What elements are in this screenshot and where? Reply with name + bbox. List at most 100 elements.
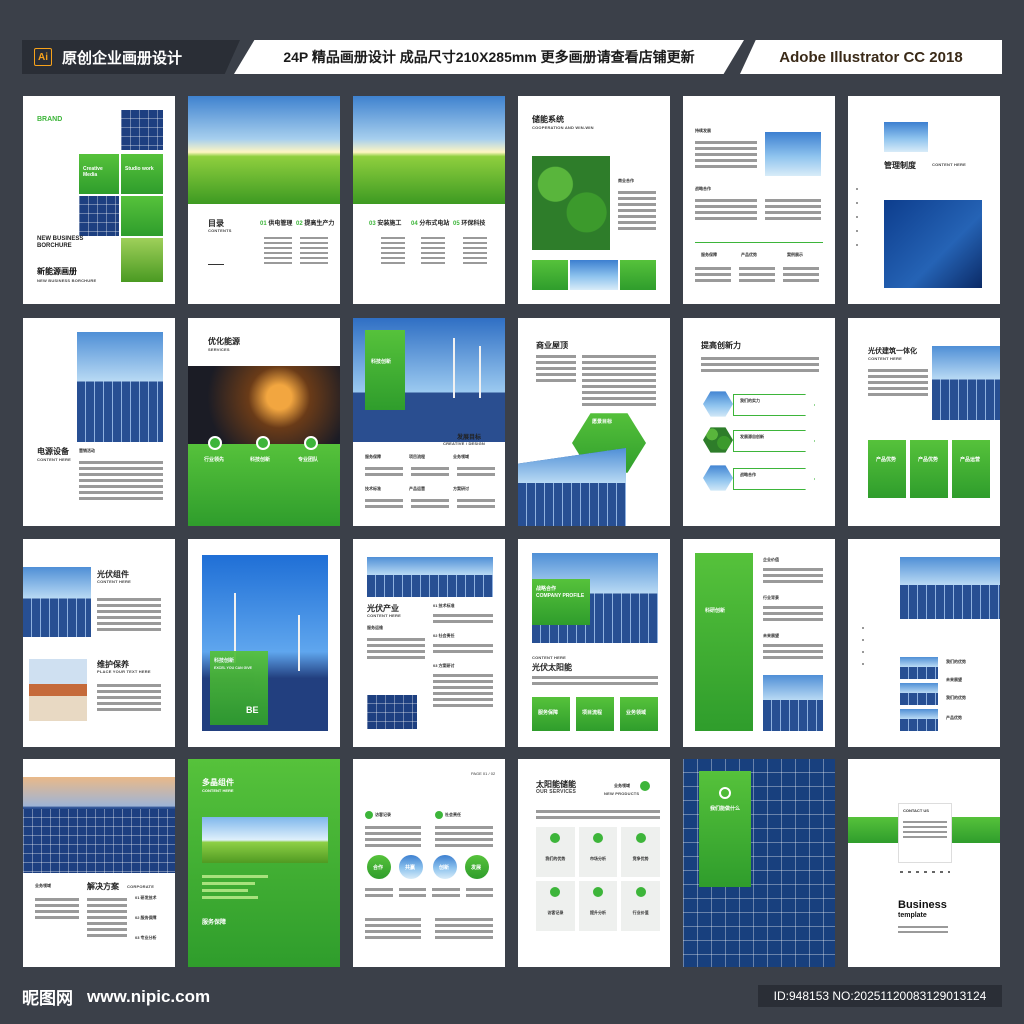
- toc-section-label: 提高生产力: [304, 221, 335, 227]
- page-16-solar: 战略合作 COMPANY PROFILE CONTENT HERE 光伏太阳能 …: [518, 539, 670, 747]
- turbine: [453, 338, 455, 398]
- page-10-rooftop: 商业屋顶 愿景目标: [518, 318, 670, 526]
- right-label: 业务领域: [614, 783, 630, 788]
- solar-photo: [367, 557, 493, 597]
- section-title-2: 战略合作: [695, 186, 711, 191]
- service-icon: [550, 833, 561, 843]
- col-box-3: 产品运营: [952, 440, 990, 498]
- page-title: 商业屋顶: [536, 341, 568, 350]
- col-label: 项目流程: [582, 710, 603, 716]
- page-subtitle: COOPERATION AND WIN-WIN: [532, 125, 594, 130]
- toc-section-3: 03 安装施工: [369, 221, 402, 227]
- text-block: [536, 807, 660, 822]
- section-title-1: 访客记录: [375, 812, 391, 817]
- page-title: 光伏太阳能: [532, 663, 572, 672]
- col-box-1: 服务保障: [532, 697, 570, 731]
- arrow-box-2: 发展源自创新: [733, 430, 815, 452]
- cover-photo-2: [79, 196, 119, 236]
- cover-photo-3: [121, 238, 163, 282]
- col-label: 产品优势: [918, 457, 939, 463]
- text-block: [365, 915, 421, 942]
- green-tile: [532, 260, 568, 290]
- panel-subtitle: COMPANY PROFILE: [536, 593, 585, 599]
- col-label: 业务领域: [626, 710, 647, 716]
- page-subtitle: CONTENT HERE: [532, 655, 566, 660]
- page-3-contents: 03 安装施工 04 分布式电站 05 环保科技: [353, 96, 505, 304]
- page-title: 优化能源: [208, 337, 240, 346]
- panel-title: 科技创新: [214, 658, 235, 664]
- contact-title: CONTACT US: [903, 808, 929, 813]
- label-c: 业务领域: [453, 454, 469, 459]
- section-sub-2: PLACE YOUR TEXT HERE: [97, 669, 151, 674]
- toc-list-5: [463, 234, 487, 267]
- bottom-label: 服务保障: [202, 920, 227, 926]
- green-panel: 我们能做什么: [699, 771, 751, 887]
- solar-photo-2: [367, 695, 417, 729]
- hexagon-label: 愿景目标: [592, 419, 613, 425]
- banner-right: Adobe Illustrator CC 2018: [740, 40, 1002, 74]
- solar-array-photo: [518, 448, 626, 526]
- page-24-back-cover: CONTACT US Business template: [848, 759, 1000, 967]
- service-card: 提升分析: [578, 881, 618, 931]
- page-subtitle: CONTENT HERE: [202, 788, 234, 793]
- col-box-1: 产品优势: [868, 440, 906, 498]
- panel-label: 我们能做什么: [709, 806, 740, 812]
- col-label: 产品优势: [876, 457, 897, 463]
- toc-list-2: [300, 234, 328, 267]
- arrow-box-1: 我们的实力: [733, 394, 815, 416]
- text-block: [79, 458, 163, 503]
- text-row: [365, 464, 495, 479]
- text-block: [898, 923, 948, 936]
- turbine: [298, 615, 300, 671]
- page-13-modules: 光伏组件 CONTENT HERE 维护保养 PLACE YOUR TEXT H…: [23, 539, 175, 747]
- text-block: [868, 366, 928, 399]
- page-title: 多晶组件: [202, 778, 234, 787]
- forest-photo: [532, 156, 610, 250]
- label-a: 业务领域: [35, 883, 51, 888]
- page-23-panels: 我们能做什么: [683, 759, 835, 967]
- circle-3: 创新: [433, 855, 457, 879]
- panel-title: 战略合作: [536, 586, 557, 592]
- goal-title: 发展目标: [457, 435, 482, 441]
- service-card: 我们的优势: [536, 827, 575, 877]
- page-14-tech: 科技创新 EXCEL YOU CAN GIVE BE: [188, 539, 340, 747]
- toc-section-2: 02 提高生产力: [296, 221, 335, 227]
- item-2: 未来展望: [946, 677, 962, 682]
- text-block: [367, 635, 425, 662]
- col-label-1: 行业领先: [204, 457, 225, 463]
- green-panel: 科技创新: [365, 330, 405, 410]
- page-subtitle: CONTENT HERE: [932, 162, 966, 167]
- circle-4: 发展: [465, 855, 489, 879]
- circle-label: 创新: [439, 865, 450, 871]
- col-label: 产品运营: [960, 457, 981, 463]
- house-photo: [29, 659, 87, 721]
- arrow-label: 我们的实力: [740, 398, 760, 403]
- page-22-storage-services: 太阳能储能 OUR SERVICES 业务领域 NEW PRODUCTS 我们的…: [518, 759, 670, 967]
- circle-2: 共赢: [399, 855, 423, 879]
- dot-icon: [435, 811, 443, 819]
- subsection: 服务运维: [367, 625, 383, 630]
- section-title-3: 未来展望: [763, 633, 779, 638]
- tile-label: Studio work: [125, 166, 154, 172]
- turbine-photo: [884, 122, 928, 152]
- page-title: 电源设备: [37, 447, 69, 456]
- service-card: 竞争优势: [621, 827, 660, 877]
- arrow-label: 发展源自创新: [740, 434, 764, 439]
- circle-1: 合作: [367, 855, 391, 879]
- text-block: [582, 352, 656, 409]
- page-title: 解决方案: [87, 882, 119, 891]
- service-icon: [550, 887, 561, 897]
- goal-subtitle: CREATIVE / DESIGN: [443, 441, 485, 446]
- page-11-innovation: 提高创新力 我们的实力 发展源自创新 战略合作: [683, 318, 835, 526]
- col-label: 服务保障: [538, 710, 559, 716]
- cover-tile-green: Creative Media: [79, 154, 119, 194]
- banner-left-title: 原创企业画册设计: [62, 49, 183, 67]
- circle-label: 共赢: [405, 865, 416, 871]
- refresh-icon: [256, 436, 270, 450]
- cover-subtitle: NEW BUSINESS BORCHURE: [37, 278, 97, 283]
- service-label: 访客记录: [547, 910, 564, 915]
- panel-subtitle: EXCEL YOU CAN GIVE: [214, 666, 252, 670]
- section-sub-1: CONTENT HERE: [97, 579, 131, 584]
- image-id-badge: ID:948153 NO:20251120083129013124: [758, 985, 1002, 1007]
- text-block: [695, 196, 757, 223]
